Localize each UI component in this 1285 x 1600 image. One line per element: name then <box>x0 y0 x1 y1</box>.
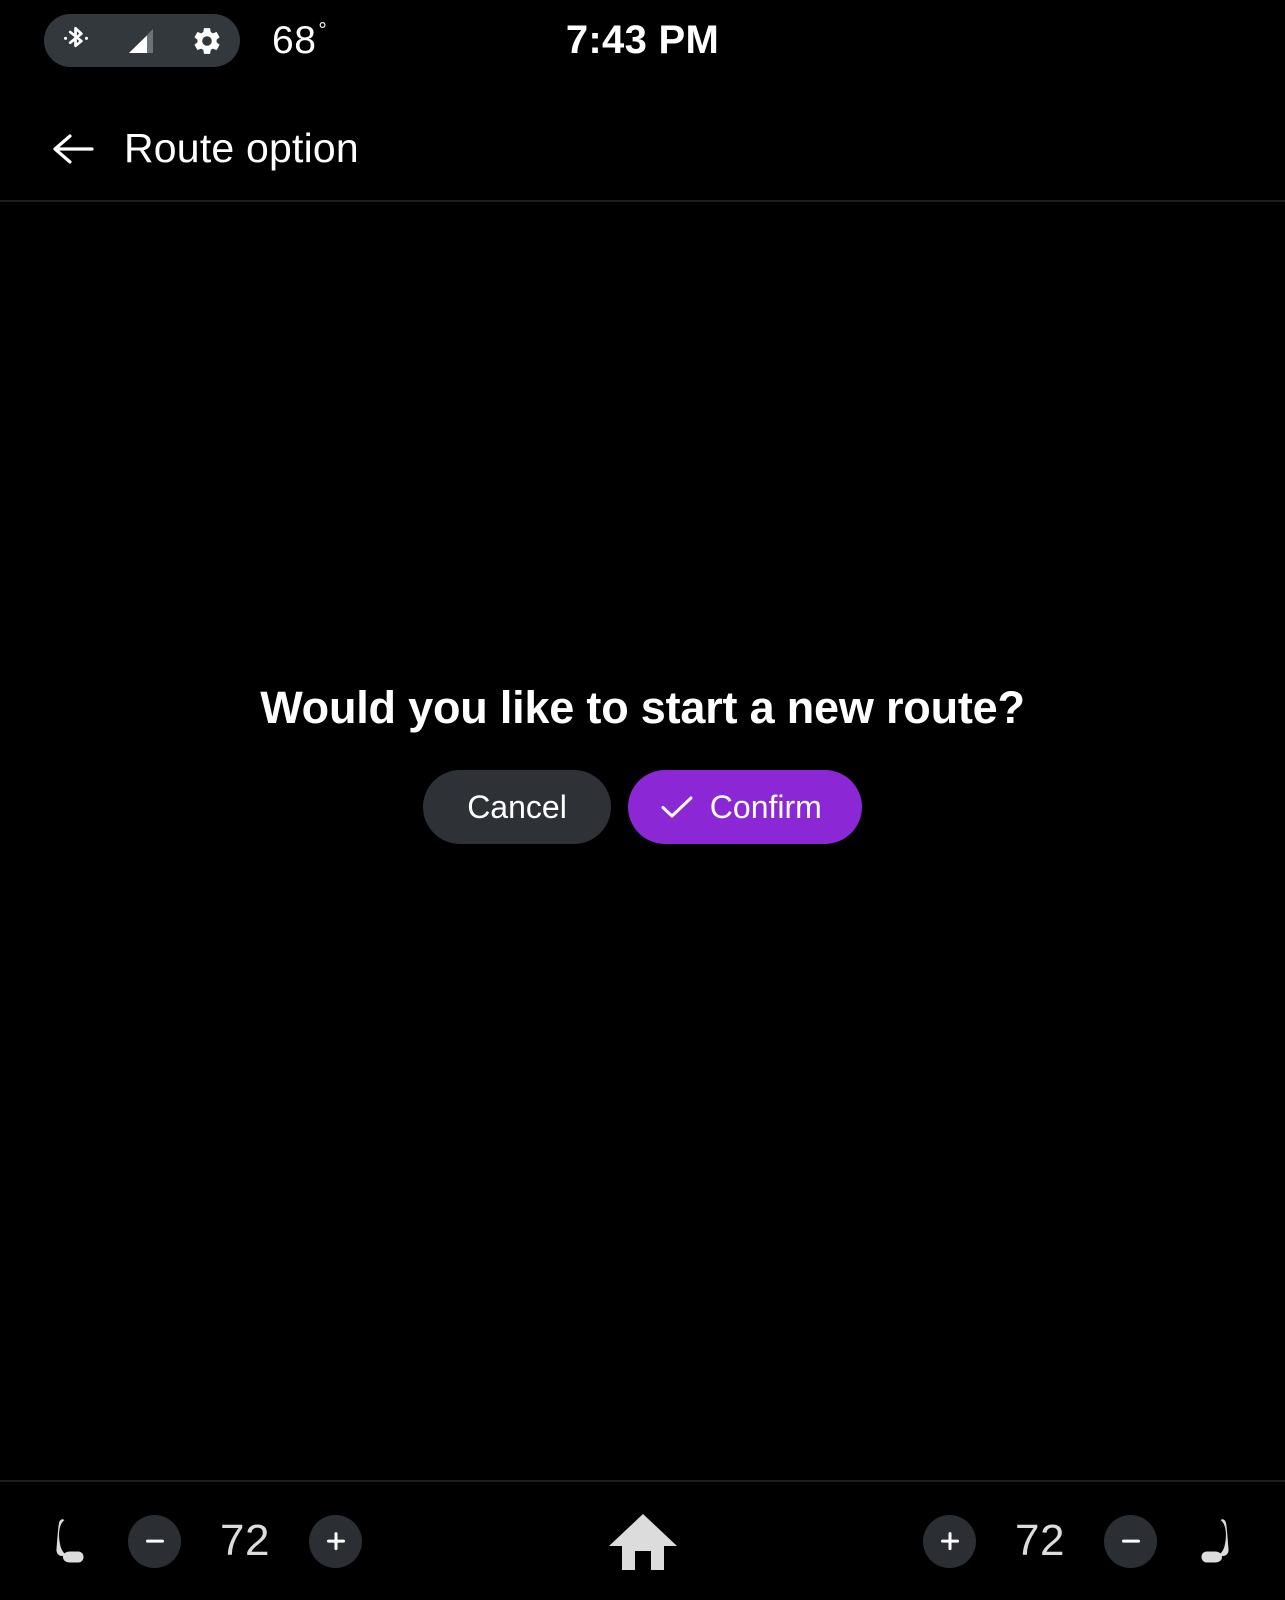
new-route-dialog: Would you like to start a new route? Can… <box>0 682 1285 844</box>
back-arrow-icon[interactable] <box>48 124 98 174</box>
status-clock: 7:43 PM <box>0 14 1285 67</box>
cancel-button-label: Cancel <box>467 788 567 825</box>
driver-temperature-value: 72 <box>220 1516 270 1565</box>
page-title: Route option <box>124 125 359 171</box>
driver-temp-increase-button[interactable] <box>309 1514 362 1568</box>
main-content: Would you like to start a new route? Can… <box>0 202 1285 1480</box>
confirm-button[interactable]: Confirm <box>627 770 862 844</box>
check-icon <box>660 794 694 820</box>
dialog-message: Would you like to start a new route? <box>260 682 1025 733</box>
home-button-wrap <box>362 1505 923 1577</box>
home-icon[interactable] <box>607 1505 679 1577</box>
driver-climate-group: 72 <box>40 1510 362 1572</box>
passenger-climate-group: 72 <box>923 1510 1245 1572</box>
passenger-temp-increase-button[interactable] <box>923 1514 976 1568</box>
status-bar: 68 ° 7:43 PM <box>0 0 1285 97</box>
seat-heater-left-icon[interactable] <box>40 1510 100 1572</box>
dialog-actions: Cancel Confirm <box>423 770 862 844</box>
confirm-button-label: Confirm <box>709 788 822 825</box>
car-infotainment-screen: 68 ° 7:43 PM Route option Would you like … <box>0 0 1285 1600</box>
cancel-button[interactable]: Cancel <box>423 770 611 844</box>
seat-heater-right-icon[interactable] <box>1185 1510 1245 1572</box>
driver-temp-decrease-button[interactable] <box>128 1514 181 1568</box>
passenger-temperature-value: 72 <box>1015 1516 1065 1565</box>
status-clock-label: 7:43 PM <box>565 18 720 62</box>
app-header: Route option <box>0 97 1285 202</box>
passenger-temp-decrease-button[interactable] <box>1104 1514 1157 1568</box>
bottom-climate-bar: 72 72 <box>0 1480 1285 1600</box>
